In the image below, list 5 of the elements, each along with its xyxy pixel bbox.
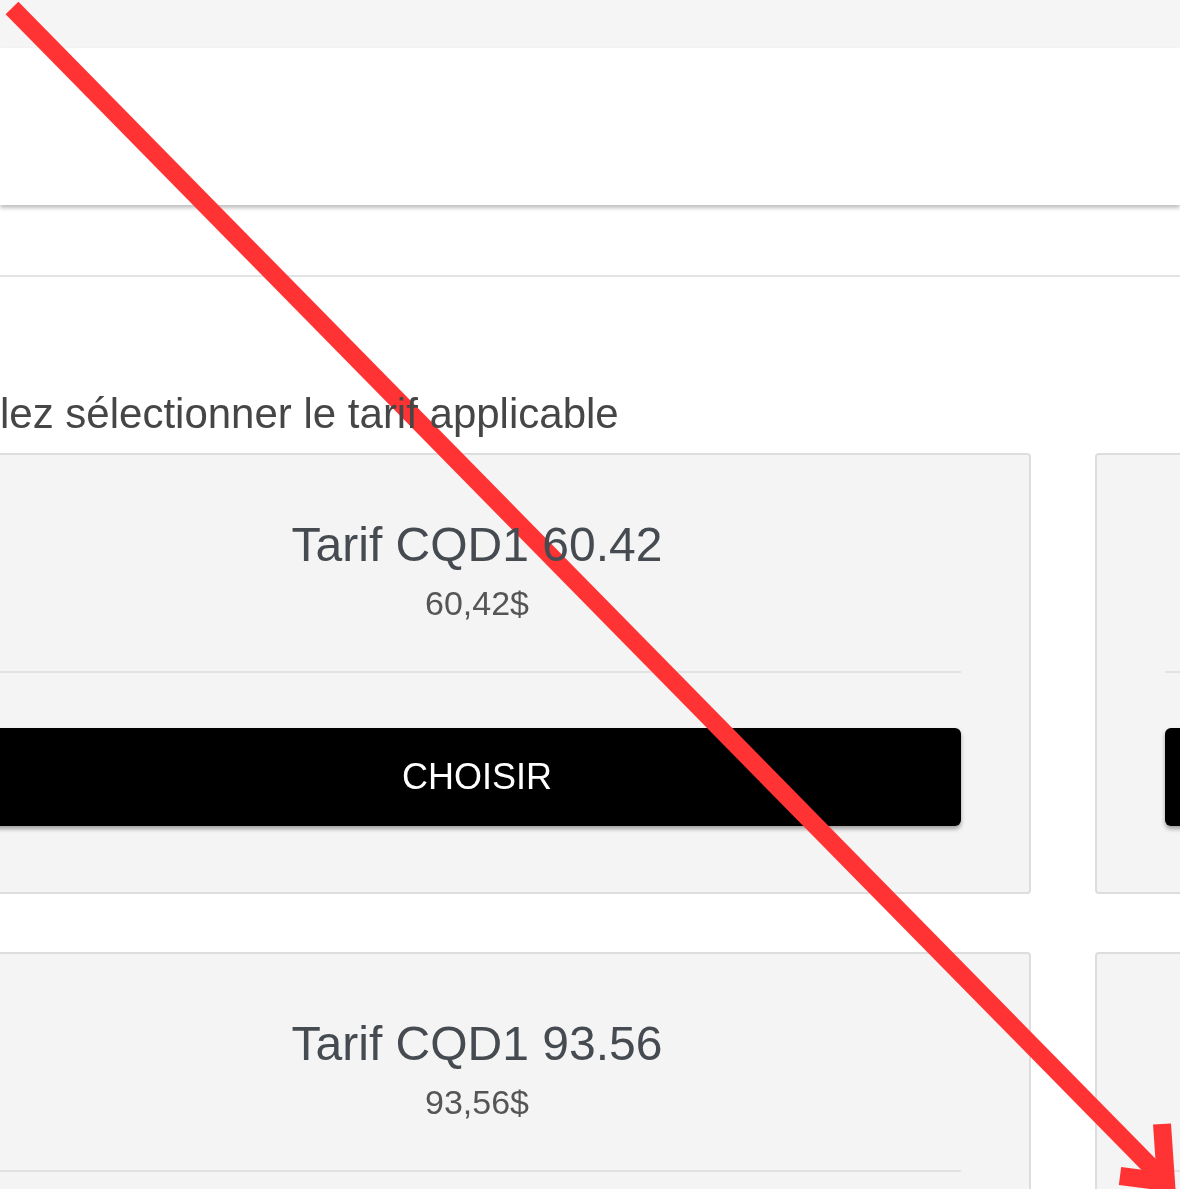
tariff-title: Tarif CQD1 93.56 xyxy=(291,1016,663,1072)
tariff-title: Tarif CQD1 60.42 xyxy=(291,517,663,573)
tariff-price: 93,56$ xyxy=(425,1082,529,1123)
tariff-price: 60,42$ xyxy=(425,583,529,624)
choose-button[interactable]: CHOISIR xyxy=(0,728,961,826)
